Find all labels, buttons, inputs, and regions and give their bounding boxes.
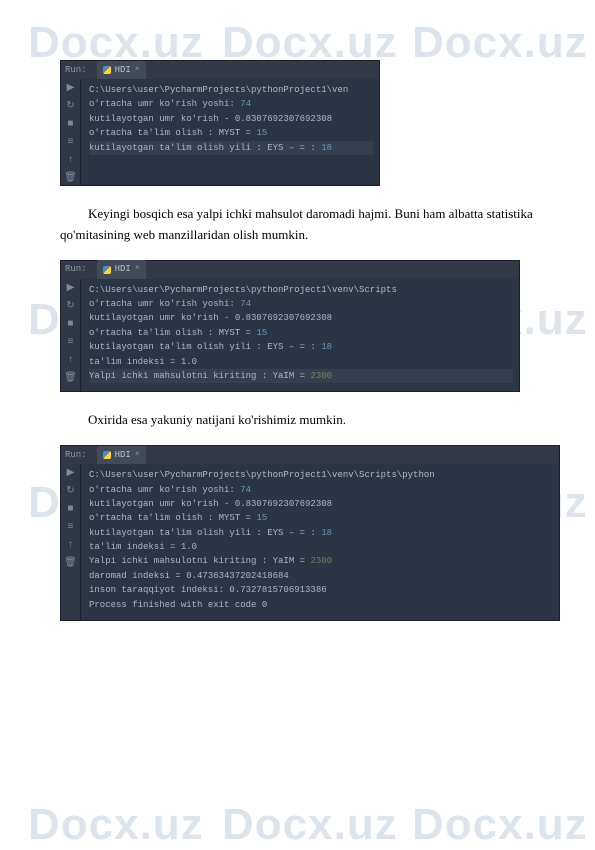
- play-icon[interactable]: ▶: [65, 468, 77, 480]
- up-icon[interactable]: ↑: [65, 155, 77, 167]
- output-line: kutilayotgan ta'lim olish yili : EYS – =…: [89, 526, 553, 540]
- console-output: C:\Users\user\PycharmProjects\pythonProj…: [81, 279, 519, 392]
- play-icon[interactable]: ▶: [65, 83, 77, 95]
- stop-icon[interactable]: ■: [65, 119, 77, 131]
- output-line: o'rtacha ta'lim olish : MYST = 15: [89, 511, 553, 525]
- output-line: ta'lim indeksi = 1.0: [89, 355, 513, 369]
- ide-run-panel-1: Run: HDI × ▶ ↻ ■ ≡ ↑ 🗑 C:\Users\user\Py: [60, 60, 380, 186]
- run-tab-bar: Run: HDI ×: [61, 446, 559, 464]
- paragraph-1: Keyingi bosqich esa yalpi ichki mahsulot…: [60, 204, 550, 246]
- run-tab[interactable]: HDI ×: [97, 260, 146, 278]
- watermark: Docx.uz: [28, 800, 204, 850]
- tab-title: HDI: [115, 63, 131, 77]
- output-line: kutilayotgan umr ko'rish - 0.83076923076…: [89, 112, 373, 126]
- output-line: kutilayotgan ta'lim olish yili : EYS – =…: [89, 141, 373, 155]
- output-line: C:\Users\user\PycharmProjects\pythonProj…: [89, 283, 513, 297]
- output-line: ta'lim indeksi = 1.0: [89, 540, 553, 554]
- run-label: Run:: [65, 448, 87, 462]
- run-tab[interactable]: HDI ×: [97, 61, 146, 79]
- run-toolbar: ▶ ↻ ■ ≡ ↑ 🗑: [61, 279, 81, 392]
- stop-icon[interactable]: ■: [65, 504, 77, 516]
- page-content: Run: HDI × ▶ ↻ ■ ≡ ↑ 🗑 C:\Users\user\Py: [60, 60, 550, 639]
- tab-title: HDI: [115, 262, 131, 276]
- close-icon[interactable]: ×: [135, 64, 140, 77]
- output-line: kutilayotgan ta'lim olish yili : EYS – =…: [89, 340, 513, 354]
- python-icon: [103, 451, 111, 459]
- output-line: Yalpi ichki mahsulotni kiriting : YaIM =…: [89, 369, 513, 383]
- output-line: kutilayotgan umr ko'rish - 0.83076923076…: [89, 311, 513, 325]
- run-tab-bar: Run: HDI ×: [61, 61, 379, 79]
- output-line: o'rtacha ta'lim olish : MYST = 15: [89, 126, 373, 140]
- run-label: Run:: [65, 262, 87, 276]
- output-line: o'rtacha umr ko'rish yoshi: 74: [89, 97, 373, 111]
- console-output: C:\Users\user\PycharmProjects\pythonProj…: [81, 79, 379, 185]
- output-line: daromad indeksi = 0.47363437202418684: [89, 569, 553, 583]
- watermark: Docx.uz: [412, 800, 588, 850]
- output-line: C:\Users\user\PycharmProjects\pythonProj…: [89, 83, 373, 97]
- watermark: Docx.uz: [222, 800, 398, 850]
- up-icon[interactable]: ↑: [65, 355, 77, 367]
- trash-icon[interactable]: 🗑: [65, 558, 77, 570]
- close-icon[interactable]: ×: [135, 263, 140, 276]
- ide-run-panel-3: Run: HDI × ▶ ↻ ■ ≡ ↑ 🗑 C:\Users\user\Py: [60, 445, 560, 621]
- trash-icon[interactable]: 🗑: [65, 173, 77, 185]
- output-line: o'rtacha ta'lim olish : MYST = 15: [89, 326, 513, 340]
- layout-icon[interactable]: ≡: [65, 337, 77, 349]
- play-icon[interactable]: ▶: [65, 283, 77, 295]
- output-line: Process finished with exit code 0: [89, 598, 553, 612]
- close-icon[interactable]: ×: [135, 449, 140, 462]
- up-icon[interactable]: ↑: [65, 540, 77, 552]
- run-tab-bar: Run: HDI ×: [61, 261, 519, 279]
- run-label: Run:: [65, 63, 87, 77]
- console-output: C:\Users\user\PycharmProjects\pythonProj…: [81, 464, 559, 620]
- trash-icon[interactable]: 🗑: [65, 373, 77, 385]
- rerun-icon[interactable]: ↻: [65, 101, 77, 113]
- output-line: inson taraqqiyot indeksi: 0.732781570691…: [89, 583, 553, 597]
- output-line: kutilayotgan umr ko'rish - 0.83076923076…: [89, 497, 553, 511]
- python-icon: [103, 66, 111, 74]
- output-line: C:\Users\user\PycharmProjects\pythonProj…: [89, 468, 553, 482]
- rerun-icon[interactable]: ↻: [65, 486, 77, 498]
- run-toolbar: ▶ ↻ ■ ≡ ↑ 🗑: [61, 79, 81, 185]
- layout-icon[interactable]: ≡: [65, 137, 77, 149]
- run-toolbar: ▶ ↻ ■ ≡ ↑ 🗑: [61, 464, 81, 620]
- output-line: o'rtacha umr ko'rish yoshi: 74: [89, 483, 553, 497]
- paragraph-2: Oxirida esa yakuniy natijani ko'rishimiz…: [60, 410, 550, 431]
- layout-icon[interactable]: ≡: [65, 522, 77, 534]
- rerun-icon[interactable]: ↻: [65, 301, 77, 313]
- output-line: Yalpi ichki mahsulotni kiriting : YaIM =…: [89, 554, 553, 568]
- tab-title: HDI: [115, 448, 131, 462]
- ide-run-panel-2: Run: HDI × ▶ ↻ ■ ≡ ↑ 🗑 C:\Users\user\Py: [60, 260, 520, 393]
- stop-icon[interactable]: ■: [65, 319, 77, 331]
- run-tab[interactable]: HDI ×: [97, 446, 146, 464]
- python-icon: [103, 266, 111, 274]
- output-line: o'rtacha umr ko'rish yoshi: 74: [89, 297, 513, 311]
